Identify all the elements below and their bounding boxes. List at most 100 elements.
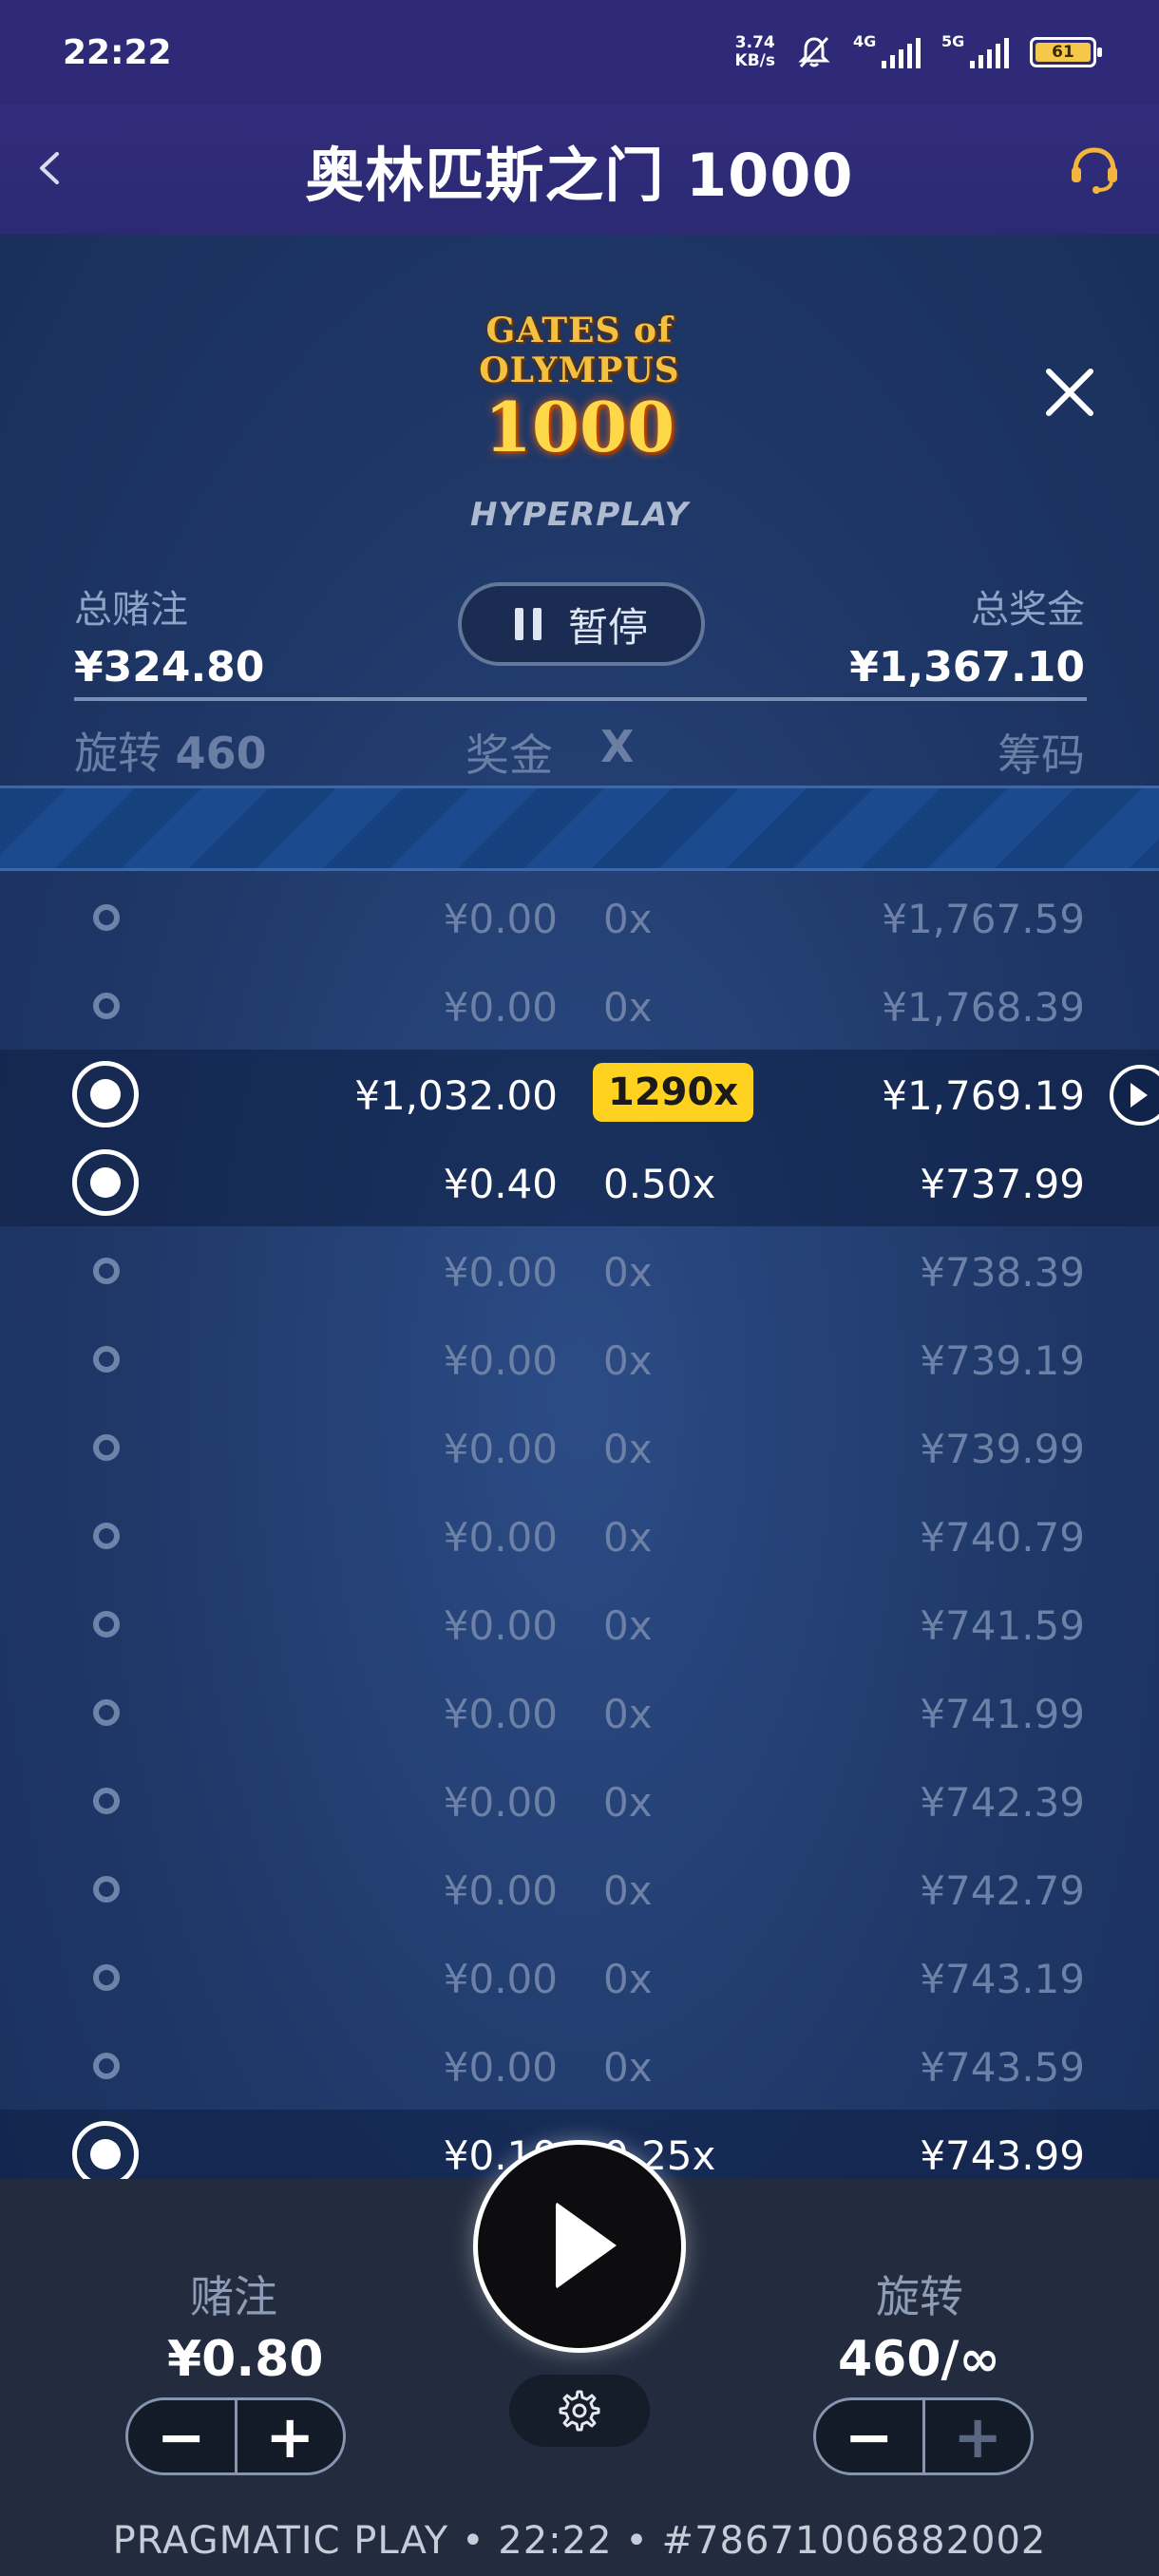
history-row[interactable]: ¥0.00 0x ¥742.39 [0,1756,1159,1845]
win-indicator-icon [72,2121,139,2179]
spins-increase-button[interactable]: + [925,2400,1032,2472]
spin-indicator-icon [93,2053,120,2079]
row-chips: ¥1,767.59 [882,896,1085,942]
battery-level: 61 [1036,43,1091,62]
status-time: 22:22 [63,32,172,72]
row-chips: ¥739.19 [920,1337,1085,1384]
spins-header: 旋转 460 [74,719,267,782]
logo-number: 1000 [484,387,675,467]
history-row[interactable]: ¥0.00 0x ¥738.39 [0,1226,1159,1315]
history-row[interactable]: ¥0.00 0x ¥740.79 [0,1491,1159,1580]
history-row[interactable]: ¥0.00 0x ¥1,767.59 [0,873,1159,961]
spins-decrease-button[interactable]: − [816,2400,925,2472]
spins-label: 旋转 [876,2271,963,2322]
row-multiplier: 0x [603,1867,653,1914]
win-indicator-icon [72,1061,139,1127]
row-multiplier: 0x [603,2044,653,2091]
spin-indicator-icon [93,1699,120,1726]
row-multiplier: 0x [603,1249,653,1296]
app-header: 奥林匹斯之门 1000 [0,104,1159,235]
spin-indicator-icon [93,1964,120,1991]
history-row[interactable]: ¥0.00 0x ¥743.59 [0,2021,1159,2110]
game-logo: GATES of OLYMPUS 1000 [385,311,774,467]
row-multiplier: 0x [603,1779,653,1826]
gear-icon [559,2390,600,2432]
battery-icon: 61 [1030,37,1102,67]
page-title: 奥林匹斯之门 1000 [305,140,854,210]
status-bar: 22:22 3.74 KB/s 4G 5G 61 [0,0,1159,104]
status-icons: 3.74 KB/s 4G 5G 61 [735,32,1102,70]
row-multiplier: 0x [603,1602,653,1649]
replay-arrow-icon[interactable] [1110,1065,1159,1126]
row-multiplier: 0x [603,984,653,1031]
multiplier-badge: 1290x [593,1063,754,1122]
row-prize: ¥1,032.00 [354,1072,558,1119]
spins-header-label: 旋转 [74,728,162,779]
row-multiplier: 0x [603,1691,653,1737]
spin-indicator-icon [93,993,120,1019]
row-chips: ¥743.19 [920,1956,1085,2002]
hyperplay-label: HYPERPLAY [469,496,690,534]
row-prize: ¥0.00 [443,1956,558,2002]
divider [74,697,1087,701]
history-row[interactable]: ¥0.00 0x ¥741.59 [0,1580,1159,1668]
progress-stripe [0,786,1159,871]
history-row[interactable]: ¥0.00 0x ¥1,768.39 [0,961,1159,1050]
row-multiplier: 0.50x [603,1161,716,1207]
row-chips: ¥742.79 [920,1867,1085,1914]
signal-5g-icon: 5G [941,32,1009,68]
pause-button[interactable]: 暂停 [458,582,705,666]
row-chips: ¥743.59 [920,2044,1085,2091]
row-prize: ¥0.00 [443,896,558,942]
history-row[interactable]: ¥0.00 0x ¥742.79 [0,1845,1159,1933]
row-multiplier: 0x [603,1337,653,1384]
row-chips: ¥739.99 [920,1426,1085,1472]
row-chips: ¥740.79 [920,1514,1085,1561]
customer-service-icon[interactable] [1064,139,1125,199]
close-icon[interactable] [1041,364,1098,421]
history-row[interactable]: ¥0.00 0x ¥741.99 [0,1668,1159,1756]
bet-increase-button[interactable]: + [238,2400,344,2472]
prize-header: 奖金 [466,729,553,781]
history-row[interactable]: ¥0.40 0.50x ¥737.99 [0,1138,1159,1226]
spin-indicator-icon [93,1788,120,1814]
bet-value: ¥0.80 [167,2331,324,2388]
bet-label: 赌注 [190,2271,277,2322]
pause-label: 暂停 [567,603,648,651]
total-win-value: ¥1,367.10 [849,643,1085,691]
spin-indicator-icon [93,1258,120,1284]
total-win-label: 总奖金 [971,588,1085,632]
row-prize: ¥0.00 [443,1249,558,1296]
row-multiplier: 0x [603,1426,653,1472]
row-multiplier: 0x [603,1514,653,1561]
net-speed: 3.74 KB/s [735,34,775,70]
total-bet-label: 总赌注 [74,588,188,632]
history-row[interactable]: ¥0.00 0x ¥739.99 [0,1403,1159,1491]
bet-stepper: − + [125,2397,346,2475]
chips-header: 筹码 [998,729,1085,781]
history-row[interactable]: ¥0.00 0x ¥743.19 [0,1933,1159,2021]
row-prize: ¥0.00 [443,1691,558,1737]
logo-title: GATES of OLYMPUS [479,311,680,390]
spin-play-button[interactable] [473,2140,686,2353]
settings-button[interactable] [509,2375,650,2447]
mute-bell-icon [798,36,830,68]
spin-indicator-icon [93,1434,120,1461]
row-prize: ¥0.00 [443,984,558,1031]
spin-indicator-icon [93,1346,120,1373]
pause-icon [514,608,542,640]
win-indicator-icon [72,1149,139,1216]
row-prize: ¥0.00 [443,2044,558,2091]
back-icon[interactable] [27,144,74,192]
row-prize: ¥0.00 [443,1514,558,1561]
signal-5g-label: 5G [941,32,965,50]
net-speed-value: 3.74 [734,33,775,52]
row-prize: ¥0.00 [443,1337,558,1384]
history-row[interactable]: ¥0.00 0x ¥739.19 [0,1315,1159,1403]
row-multiplier: 0x [603,1956,653,2002]
history-row[interactable]: ¥1,032.00 1290x ¥1,769.19 [0,1050,1159,1138]
row-chips: ¥738.39 [920,1249,1085,1296]
signal-4g-icon: 4G [853,32,921,68]
bet-decrease-button[interactable]: − [128,2400,238,2472]
mult-header: X [600,721,635,772]
